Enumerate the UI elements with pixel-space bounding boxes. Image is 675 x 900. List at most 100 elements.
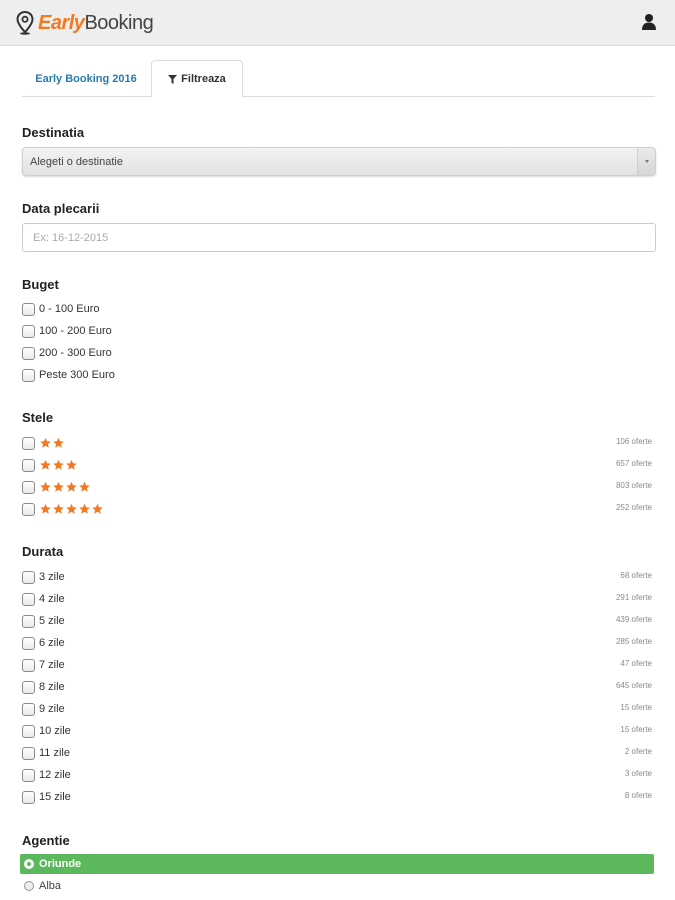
duration-option[interactable]: 8 zile 645 oferte bbox=[22, 678, 654, 696]
duration-option[interactable]: 4 zile 291 oferte bbox=[22, 590, 654, 608]
star-icon bbox=[66, 481, 77, 492]
duration-option[interactable]: 10 zile 15 oferte bbox=[22, 722, 654, 740]
location-pin-icon bbox=[16, 11, 34, 35]
destinatia-heading: Destinatia bbox=[22, 125, 85, 140]
checkbox[interactable] bbox=[22, 746, 35, 760]
offer-count: 285 oferte bbox=[615, 637, 652, 646]
budget-option[interactable]: 0 - 100 Euro bbox=[22, 300, 654, 318]
duration-option[interactable]: 9 zile 15 oferte bbox=[22, 700, 654, 718]
star-icon bbox=[40, 481, 51, 492]
offer-count: 47 oferte bbox=[620, 659, 652, 668]
duration-option[interactable]: 12 zile 3 oferte bbox=[22, 766, 654, 784]
agency-option-oriunde[interactable]: Oriunde bbox=[20, 854, 654, 874]
duration-option[interactable]: 7 zile 47 oferte bbox=[22, 656, 654, 674]
duration-option[interactable]: 3 zile 68 oferte bbox=[22, 568, 654, 586]
duration-option[interactable]: 6 zile 285 oferte bbox=[22, 634, 654, 652]
budget-label: Peste 300 Euro bbox=[39, 369, 115, 381]
destination-select[interactable]: Alegeti o destinatie bbox=[22, 147, 656, 176]
agency-label: Oriunde bbox=[39, 858, 82, 870]
star-icon bbox=[40, 437, 51, 448]
tab-bar: Early Booking 2016 Filtreaza bbox=[22, 60, 655, 98]
offer-count: 8 oferte bbox=[624, 791, 652, 800]
stars-option[interactable]: 252 oferte bbox=[22, 500, 654, 518]
budget-label: 200 - 300 Euro bbox=[39, 347, 112, 359]
duration-label: 15 zile bbox=[39, 791, 71, 803]
checkbox[interactable] bbox=[22, 658, 35, 672]
tab-early-booking[interactable]: Early Booking 2016 bbox=[22, 60, 150, 97]
star-icon bbox=[66, 503, 77, 514]
checkbox[interactable] bbox=[22, 346, 35, 360]
radio-button[interactable] bbox=[24, 881, 34, 891]
checkbox[interactable] bbox=[22, 768, 35, 782]
tab-label: Filtreaza bbox=[181, 73, 226, 85]
star-icon bbox=[53, 481, 64, 492]
checkbox[interactable] bbox=[22, 592, 35, 606]
duration-label: 7 zile bbox=[39, 659, 65, 671]
offer-count: 2 oferte bbox=[624, 747, 652, 756]
star-rating bbox=[39, 503, 104, 515]
stele-heading: Stele bbox=[22, 410, 54, 425]
agency-option-alba[interactable]: Alba bbox=[20, 876, 654, 896]
duration-label: 3 zile bbox=[39, 571, 65, 583]
offer-count: 291 oferte bbox=[615, 593, 652, 602]
star-icon bbox=[53, 437, 64, 448]
agentie-heading: Agentie bbox=[22, 833, 70, 848]
star-icon bbox=[79, 503, 90, 514]
duration-option[interactable]: 5 zile 439 oferte bbox=[22, 612, 654, 630]
star-icon bbox=[66, 459, 77, 470]
stars-option[interactable]: 803 oferte bbox=[22, 478, 654, 496]
star-icon bbox=[53, 459, 64, 470]
checkbox[interactable] bbox=[22, 480, 35, 494]
logo[interactable]: EarlyBooking bbox=[16, 9, 154, 37]
user-icon[interactable] bbox=[641, 13, 657, 31]
radio-button[interactable] bbox=[24, 859, 34, 869]
stars-option[interactable]: 657 oferte bbox=[22, 456, 654, 474]
star-icon bbox=[40, 459, 51, 470]
duration-option[interactable]: 11 zile 2 oferte bbox=[22, 744, 654, 762]
offer-count: 15 oferte bbox=[620, 703, 652, 712]
offer-count: 3 oferte bbox=[624, 769, 652, 778]
checkbox[interactable] bbox=[22, 502, 35, 516]
stars-option[interactable]: 106 oferte bbox=[22, 434, 654, 452]
duration-label: 10 zile bbox=[39, 725, 71, 737]
app-header: EarlyBooking bbox=[0, 0, 675, 46]
checkbox[interactable] bbox=[22, 570, 35, 584]
offer-count: 657 oferte bbox=[615, 459, 652, 468]
budget-option[interactable]: 100 - 200 Euro bbox=[22, 322, 654, 340]
checkbox[interactable] bbox=[22, 636, 35, 650]
agency-label: Alba bbox=[39, 880, 62, 892]
tab-filtreaza[interactable]: Filtreaza bbox=[151, 60, 243, 98]
budget-option[interactable]: 200 - 300 Euro bbox=[22, 344, 654, 362]
destination-select-value: Alegeti o destinatie bbox=[30, 156, 123, 168]
checkbox[interactable] bbox=[22, 302, 35, 316]
checkbox[interactable] bbox=[22, 458, 35, 472]
checkbox[interactable] bbox=[22, 614, 35, 628]
offer-count: 106 oferte bbox=[615, 437, 652, 446]
star-rating bbox=[39, 481, 91, 493]
star-icon bbox=[53, 503, 64, 514]
checkbox[interactable] bbox=[22, 702, 35, 716]
checkbox[interactable] bbox=[22, 724, 35, 738]
logo-early: Early bbox=[38, 11, 85, 34]
budget-option[interactable]: Peste 300 Euro bbox=[22, 366, 654, 384]
duration-label: 9 zile bbox=[39, 703, 65, 715]
chevron-down-icon bbox=[637, 148, 655, 175]
offer-count: 15 oferte bbox=[620, 725, 652, 734]
checkbox[interactable] bbox=[22, 680, 35, 694]
checkbox[interactable] bbox=[22, 790, 35, 804]
data-plecarii-heading: Data plecarii bbox=[22, 201, 100, 216]
filter-icon bbox=[168, 74, 178, 84]
budget-label: 100 - 200 Euro bbox=[39, 325, 112, 337]
duration-option[interactable]: 15 zile 8 oferte bbox=[22, 788, 654, 806]
duration-label: 8 zile bbox=[39, 681, 65, 693]
star-rating bbox=[39, 459, 78, 471]
checkbox[interactable] bbox=[22, 368, 35, 382]
buget-heading: Buget bbox=[22, 277, 59, 292]
duration-label: 12 zile bbox=[39, 769, 71, 781]
duration-label: 5 zile bbox=[39, 615, 65, 627]
offer-count: 252 oferte bbox=[615, 503, 652, 512]
duration-label: 4 zile bbox=[39, 593, 65, 605]
checkbox[interactable] bbox=[22, 324, 35, 338]
departure-date-input[interactable] bbox=[22, 223, 656, 252]
checkbox[interactable] bbox=[22, 436, 35, 450]
